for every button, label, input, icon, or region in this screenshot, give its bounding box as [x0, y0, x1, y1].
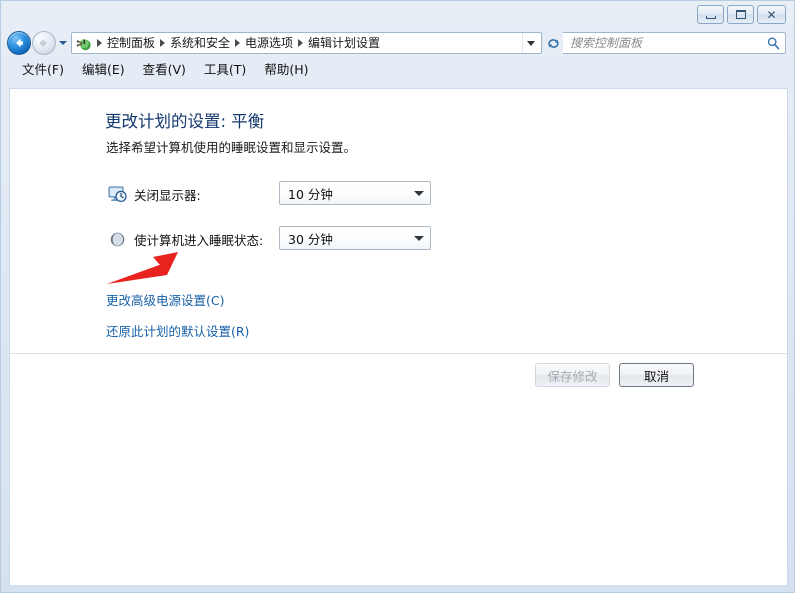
chevron-down-icon — [59, 41, 67, 45]
menu-bar: 文件(F) 编辑(E) 查看(V) 工具(T) 帮助(H) — [1, 59, 794, 81]
close-icon: ✕ — [766, 7, 777, 22]
back-button[interactable] — [7, 31, 31, 55]
setting-row-turn-off-display: 关闭显示器: — [106, 182, 201, 206]
save-changes-button[interactable]: 保存修改 — [535, 363, 610, 387]
maximize-icon — [735, 10, 746, 19]
page-title: 更改计划的设置: 平衡 — [105, 112, 265, 131]
address-bar[interactable]: 控制面板 系统和安全 电源选项 编辑计划设置 — [71, 32, 542, 54]
turn-off-display-value: 10 分钟 — [288, 186, 333, 202]
menu-item-tools[interactable]: 工具(T) — [196, 60, 254, 80]
breadcrumb-item-control-panel[interactable]: 控制面板 — [104, 34, 158, 52]
maximize-button[interactable] — [727, 5, 754, 24]
back-icon — [16, 38, 23, 48]
breadcrumb-item-power-options[interactable]: 电源选项 — [242, 34, 296, 52]
chevron-down-icon — [414, 190, 424, 196]
search-icon — [767, 36, 780, 49]
forward-icon — [40, 38, 47, 48]
breadcrumb-separator-icon — [298, 39, 304, 47]
close-button[interactable]: ✕ — [757, 5, 786, 24]
refresh-button[interactable] — [542, 33, 563, 53]
page-subtitle: 选择希望计算机使用的睡眠设置和显示设置。 — [106, 140, 357, 155]
address-dropdown-button[interactable] — [522, 33, 539, 53]
content-divider — [10, 353, 787, 354]
menu-item-edit[interactable]: 编辑(E) — [74, 60, 133, 80]
cancel-button[interactable]: 取消 — [619, 363, 694, 387]
window-controls: ✕ — [697, 5, 786, 24]
forward-button[interactable] — [32, 31, 56, 55]
menu-item-view[interactable]: 查看(V) — [135, 60, 194, 80]
minimize-icon — [705, 15, 716, 19]
search-input[interactable]: 搜索控制面板 — [570, 34, 766, 52]
setting-row-sleep: 使计算机进入睡眠状态: — [106, 227, 263, 251]
power-options-icon — [76, 35, 93, 52]
breadcrumb: 控制面板 系统和安全 电源选项 编辑计划设置 — [95, 34, 522, 52]
title-bar: ✕ — [1, 1, 794, 27]
setting-label-sleep: 使计算机进入睡眠状态: — [134, 232, 264, 248]
sleep-value: 30 分钟 — [288, 231, 333, 247]
chevron-down-icon — [414, 235, 424, 241]
setting-label-turn-off-display: 关闭显示器: — [134, 187, 201, 203]
breadcrumb-item-system-and-security[interactable]: 系统和安全 — [167, 34, 233, 52]
menu-item-file[interactable]: 文件(F) — [14, 60, 72, 80]
action-buttons: 保存修改 取消 — [535, 363, 694, 387]
monitor-clock-icon — [106, 184, 128, 204]
link-restore-plan-defaults[interactable]: 还原此计划的默认设置(R) — [106, 321, 249, 340]
control-panel-window: ✕ 控制面板 系统和安全 电源选项 编辑计划设置 搜索控制面板 文件(F) 编辑… — [0, 0, 795, 593]
sleep-combobox[interactable]: 30 分钟 — [279, 226, 431, 250]
refresh-icon — [547, 38, 559, 48]
recent-pages-button[interactable] — [56, 32, 70, 54]
content-pane: 更改计划的设置: 平衡 选择希望计算机使用的睡眠设置和显示设置。 关闭显示器: … — [9, 88, 788, 585]
turn-off-display-combobox[interactable]: 10 分钟 — [279, 181, 431, 205]
search-box[interactable]: 搜索控制面板 — [563, 32, 786, 54]
breadcrumb-separator-icon — [235, 39, 241, 47]
navigation-bar: 控制面板 系统和安全 电源选项 编辑计划设置 搜索控制面板 — [1, 27, 794, 59]
breadcrumb-item-edit-plan-settings[interactable]: 编辑计划设置 — [305, 34, 383, 52]
breadcrumb-separator-icon — [160, 39, 166, 47]
link-change-advanced-power-settings[interactable]: 更改高级电源设置(C) — [106, 290, 224, 309]
sleep-moon-icon — [106, 229, 128, 249]
breadcrumb-separator-icon — [97, 39, 102, 47]
minimize-button[interactable] — [697, 5, 724, 24]
chevron-down-icon — [527, 40, 535, 46]
menu-item-help[interactable]: 帮助(H) — [256, 60, 316, 80]
